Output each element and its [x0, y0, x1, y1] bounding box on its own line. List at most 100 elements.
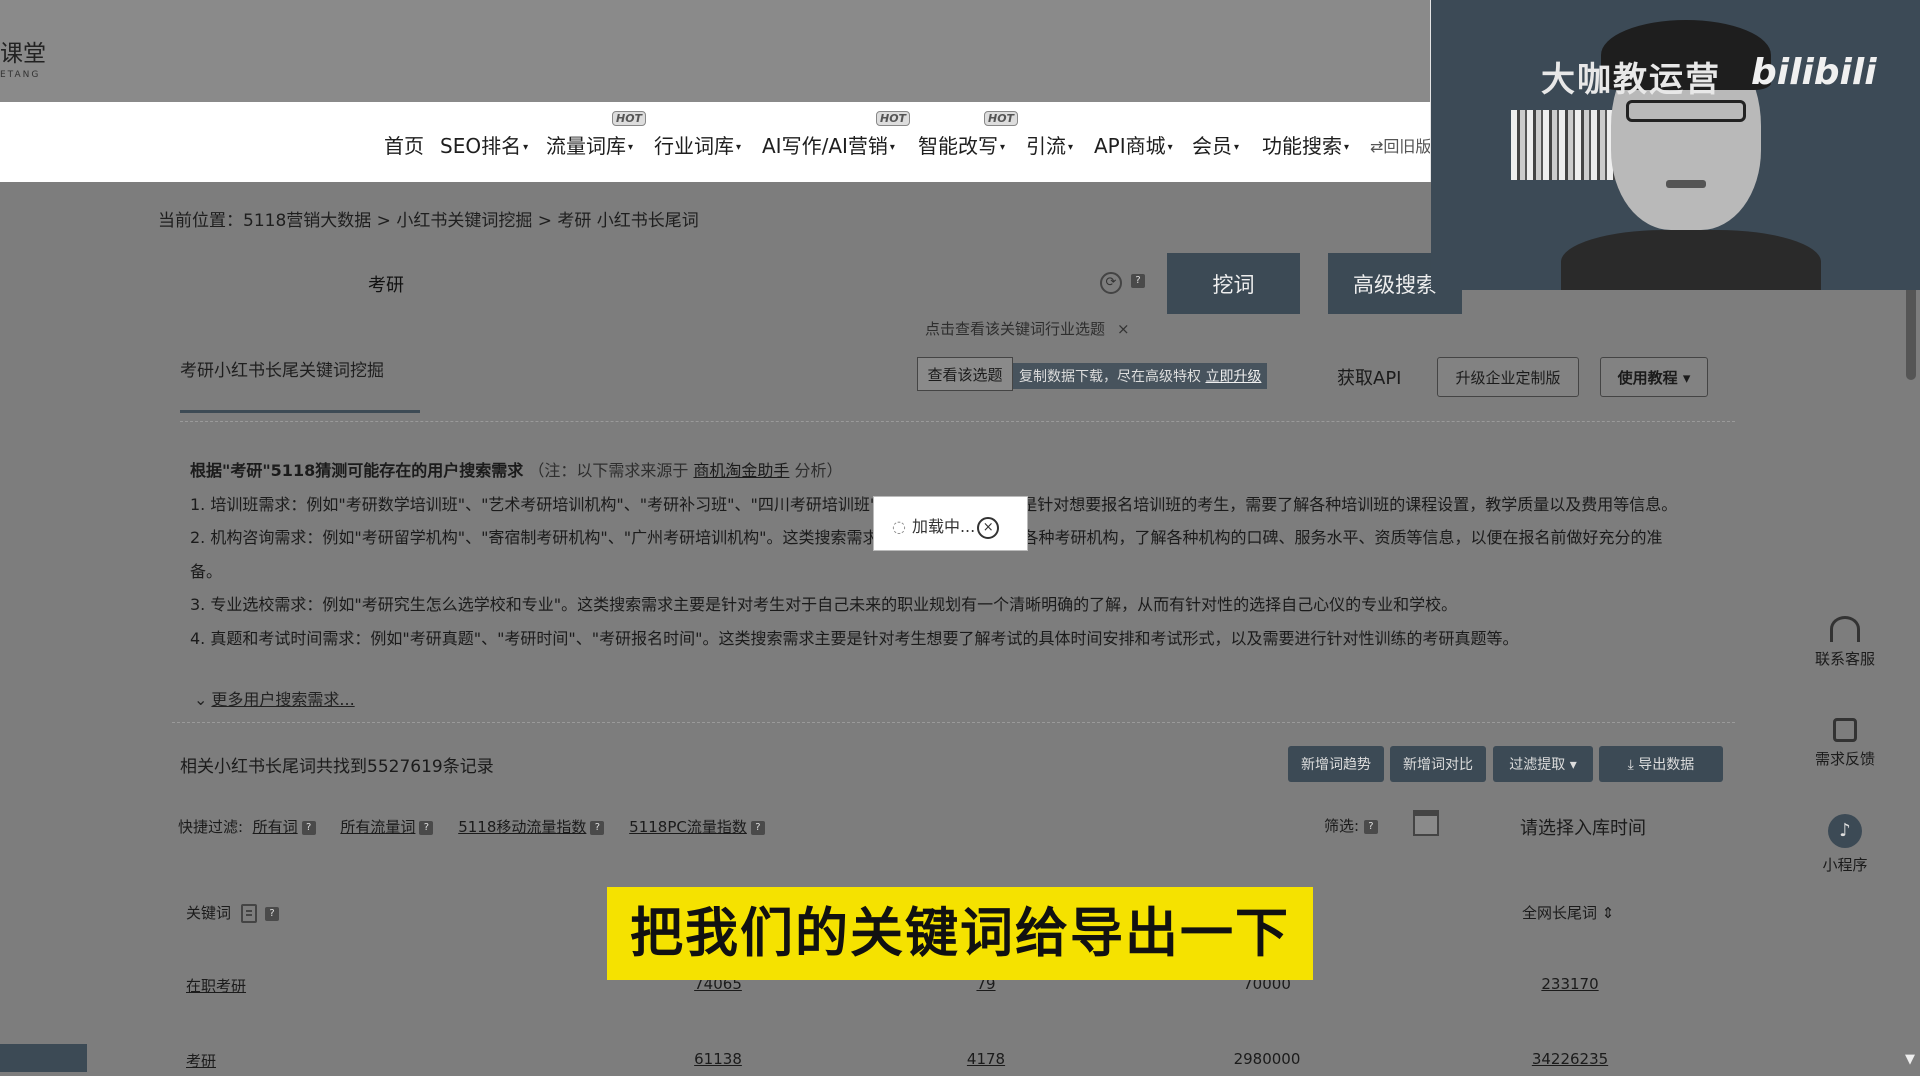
nav-label: 会员 — [1192, 134, 1232, 158]
caret-down-icon: ▾ — [628, 142, 634, 153]
tutorial-dropdown[interactable]: 使用教程 ▾ — [1600, 357, 1708, 397]
hot-badge: HOT — [612, 111, 647, 126]
screen-label: 筛选: ? — [1324, 815, 1378, 836]
needs-lead-title: 根据"考研"5118猜测可能存在的用户搜索需求 — [190, 461, 524, 480]
table-cell[interactable]: 4178 — [967, 1050, 1005, 1068]
note-suffix: 分析） — [794, 461, 843, 480]
nav-ai-writing[interactable]: AI写作/AI营销 ▾ — [762, 130, 895, 159]
enterprise-upgrade-button[interactable]: 升级企业定制版 — [1437, 357, 1579, 397]
table-cell[interactable]: 34226235 — [1532, 1050, 1608, 1068]
mini-program-widget[interactable]: ♪ 小程序 — [1800, 814, 1890, 875]
clear-search-icon[interactable]: ⟳ — [1100, 272, 1122, 294]
get-api-link[interactable]: 获取API — [1337, 364, 1401, 390]
nav-label: 功能搜索 — [1262, 134, 1342, 158]
filter-traffic-words[interactable]: 所有流量词 — [340, 818, 415, 836]
caret-down-icon: ▾ — [889, 142, 895, 153]
nav-traffic-drain[interactable]: 引流 ▾ — [1026, 130, 1073, 159]
new-words-compare-button[interactable]: 新增词对比 — [1390, 746, 1486, 782]
filter-extract-dropdown[interactable]: 过滤提取 ▾ — [1493, 746, 1593, 782]
top-header-strip — [0, 0, 1430, 102]
nav-seo[interactable]: SEO排名 ▾ — [440, 130, 528, 159]
dig-words-button[interactable]: 挖词 — [1167, 253, 1300, 314]
view-topic-button[interactable]: 查看该选题 — [917, 357, 1013, 391]
divider — [180, 421, 1735, 422]
caret-down-icon: ▾ — [1234, 142, 1240, 153]
tab-active-underline — [180, 410, 420, 413]
feedback-widget[interactable]: 需求反馈 — [1800, 718, 1890, 769]
spinner-icon: ◌ — [892, 517, 906, 536]
close-icon[interactable]: × — [1117, 320, 1130, 338]
more-needs-link[interactable]: ⌄ 更多用户搜索需求... — [194, 686, 355, 710]
longtail-column-header[interactable]: 全网长尾词 ⇕ — [1522, 902, 1614, 923]
table-cell[interactable]: 233170 — [1541, 975, 1598, 993]
help-icon[interactable]: ? — [419, 820, 434, 835]
filter-all-words[interactable]: 所有词 — [253, 818, 298, 836]
table-cell-keyword[interactable]: 考研 — [186, 1050, 216, 1071]
header-label: 关键词 — [186, 904, 232, 922]
table-cell-keyword[interactable]: 在职考研 — [186, 975, 246, 996]
screen-text: 筛选: — [1324, 817, 1360, 835]
mini-program-icon: ♪ — [1828, 814, 1862, 848]
help-icon[interactable]: ? — [750, 820, 765, 835]
help-icon[interactable]: ? — [265, 906, 280, 921]
webcam-overlay: 大咖教运营 bilibili — [1431, 0, 1920, 290]
nav-api-store[interactable]: API商城 ▾ — [1094, 130, 1173, 159]
side-label: 需求反馈 — [1814, 750, 1875, 768]
help-icon[interactable]: ? — [301, 820, 316, 835]
caret-down-icon: ▾ — [1167, 142, 1173, 153]
records-summary: 相关小红书长尾词共找到5527619条记录 — [180, 757, 494, 777]
needs-note: （注：以下需求来源于 商机淘金助手 分析） — [528, 461, 842, 480]
new-words-trend-button[interactable]: 新增词趋势 — [1288, 746, 1384, 782]
filter-mobile-index[interactable]: 5118移动流量指数 — [458, 818, 586, 836]
upgrade-link[interactable]: 立即升级 — [1205, 369, 1261, 385]
side-label: 联系客服 — [1814, 650, 1875, 668]
help-icon[interactable]: ? — [590, 820, 605, 835]
site-logo[interactable]: 课堂 ETANG — [0, 34, 60, 80]
logo-text: 课堂 — [0, 41, 46, 67]
copy-icon[interactable] — [241, 904, 258, 923]
old-version-link[interactable]: ⇄回旧版 — [1370, 133, 1431, 157]
table-cell[interactable]: 61138 — [694, 1050, 742, 1068]
filter-pc-index[interactable]: 5118PC流量指数 — [629, 818, 747, 836]
caret-down-icon: ▾ — [523, 142, 529, 153]
floating-tag — [0, 1044, 87, 1072]
tab-longtail-mining[interactable]: 考研小红书长尾关键词挖掘 — [180, 356, 384, 381]
export-data-button[interactable]: ⤓ 导出数据 — [1599, 746, 1723, 782]
loading-toast: ◌ 加载中... × — [873, 496, 1028, 551]
bookshelf — [1511, 110, 1621, 180]
upgrade-promo: 复制数据下载，尽在高级特权 立即升级 — [1013, 363, 1268, 389]
breadcrumb: 当前位置：5118营销大数据 > 小红书关键词挖掘 > 考研 小红书长尾词 — [158, 211, 699, 231]
nav-label: 流量词库 — [546, 134, 626, 158]
search-input[interactable] — [352, 255, 1166, 312]
nav-smart-rewrite[interactable]: 智能改写 ▾ — [918, 130, 1005, 159]
nav-industry-words[interactable]: 行业词库 ▾ — [654, 130, 741, 159]
nav-membership[interactable]: 会员 ▾ — [1192, 130, 1239, 159]
presenter-mouth — [1666, 180, 1706, 188]
scroll-down-arrow[interactable]: ▼ — [1905, 1052, 1915, 1067]
presenter-body — [1561, 230, 1821, 290]
caret-down-icon: ▾ — [1068, 142, 1074, 153]
caret-down-icon: ▾ — [1344, 142, 1350, 153]
need-item: 3. 专业选校需求：例如"考研究生怎么选学校和专业"。这类搜索需求主要是针对考生… — [190, 595, 1458, 614]
nav-label: AI写作/AI营销 — [762, 134, 888, 158]
close-icon[interactable]: × — [977, 516, 1000, 539]
help-icon[interactable]: ? — [1131, 274, 1145, 288]
opportunity-assistant-link[interactable]: 商机淘金助手 — [693, 461, 789, 480]
nav-label: 引流 — [1026, 134, 1066, 158]
presenter-glasses — [1626, 100, 1746, 122]
industry-topic-hint[interactable]: 点击查看该关键词行业选题 × — [925, 318, 1130, 339]
contact-service-widget[interactable]: 联系客服 — [1800, 616, 1890, 669]
bilibili-logo: bilibili — [1751, 52, 1877, 93]
keyword-column-header: 关键词? — [186, 902, 280, 923]
help-icon[interactable]: ? — [1363, 819, 1378, 834]
date-select[interactable]: 请选择入库时间 — [1520, 814, 1646, 840]
side-label: 小程序 — [1822, 856, 1868, 874]
channel-title: 大咖教运营 — [1541, 60, 1721, 100]
calendar-icon[interactable] — [1413, 810, 1439, 836]
nav-traffic-words[interactable]: 流量词库 ▾ — [546, 130, 633, 159]
edit-icon — [1833, 718, 1857, 742]
hint-text: 点击查看该关键词行业选题 — [925, 320, 1106, 338]
hot-badge: HOT — [876, 111, 911, 126]
nav-home[interactable]: 首页 — [384, 130, 424, 159]
nav-feature-search[interactable]: 功能搜索 ▾ — [1262, 130, 1349, 159]
